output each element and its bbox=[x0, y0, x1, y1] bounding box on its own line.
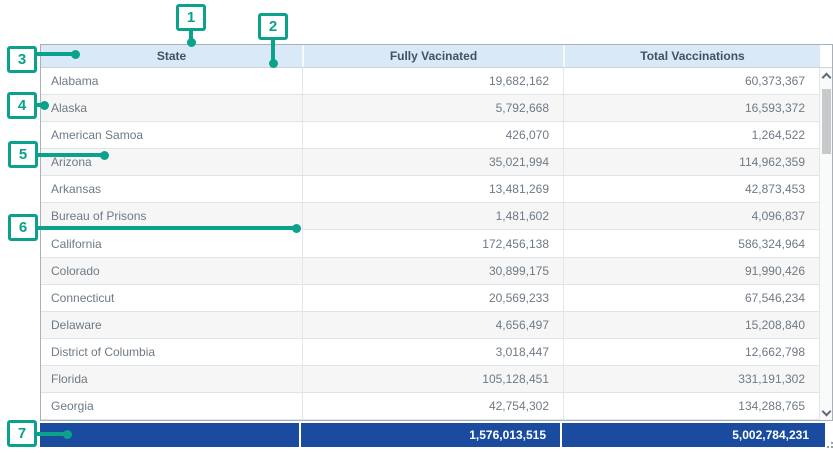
column-header-state[interactable]: State bbox=[41, 45, 302, 67]
column-header-fully-vaccinated[interactable]: Fully Vacinated bbox=[302, 45, 563, 67]
table-row[interactable]: Arizona 35,021,994 114,962,359 bbox=[41, 149, 832, 176]
cell-state: American Samoa bbox=[41, 122, 302, 148]
callout-5-connector bbox=[36, 153, 102, 157]
callout-7-label: 7 bbox=[18, 425, 26, 442]
cell-fully-vaccinated: 105,128,451 bbox=[302, 366, 563, 392]
cell-fully-vaccinated: 3,018,447 bbox=[302, 339, 563, 365]
cell-fully-vaccinated: 1,481,602 bbox=[302, 203, 563, 229]
totals-row: 1,576,013,515 5,002,784,231 bbox=[40, 423, 825, 447]
callout-3-dot bbox=[71, 50, 80, 59]
cell-total-vaccinations: 586,324,964 bbox=[563, 230, 819, 256]
table-row[interactable]: District of Columbia 3,018,447 12,662,79… bbox=[41, 339, 832, 366]
cell-fully-vaccinated: 426,070 bbox=[302, 122, 563, 148]
cell-state: Alaska bbox=[41, 95, 302, 121]
cell-total-vaccinations: 16,593,372 bbox=[563, 95, 819, 121]
vaccinations-table: State Fully Vacinated Total Vaccinations… bbox=[40, 44, 833, 421]
cell-fully-vaccinated: 172,456,138 bbox=[302, 230, 563, 256]
cell-total-vaccinations: 67,546,234 bbox=[563, 285, 819, 311]
cell-total-vaccinations: 15,208,840 bbox=[563, 312, 819, 338]
table-body: Alabama 19,682,162 60,373,367 Alaska 5,7… bbox=[41, 68, 832, 420]
callout-3-connector bbox=[35, 52, 73, 56]
callout-2-label: 2 bbox=[269, 18, 277, 35]
vertical-scrollbar[interactable] bbox=[819, 68, 832, 420]
table-row[interactable]: California 172,456,138 586,324,964 bbox=[41, 230, 832, 257]
totals-cell-total-vaccinations: 5,002,784,231 bbox=[562, 423, 825, 447]
callout-6-connector bbox=[36, 226, 294, 230]
cell-fully-vaccinated: 4,656,497 bbox=[302, 312, 563, 338]
cell-state: Georgia bbox=[41, 393, 302, 419]
callout-2-dot bbox=[269, 59, 278, 68]
callout-6: 6 bbox=[8, 214, 38, 241]
cell-fully-vaccinated: 20,569,233 bbox=[302, 285, 563, 311]
callout-4-label: 4 bbox=[18, 97, 26, 114]
table-row[interactable]: American Samoa 426,070 1,264,522 bbox=[41, 122, 832, 149]
cell-fully-vaccinated: 30,899,175 bbox=[302, 258, 563, 284]
callout-5-label: 5 bbox=[19, 146, 27, 163]
totals-cell-fully-vaccinated: 1,576,013,515 bbox=[301, 423, 562, 447]
dashboard-table-widget: State Fully Vacinated Total Vaccinations… bbox=[0, 0, 833, 453]
callout-7-connector bbox=[35, 432, 65, 436]
cell-total-vaccinations: 12,662,798 bbox=[563, 339, 819, 365]
cell-fully-vaccinated: 19,682,162 bbox=[302, 68, 563, 94]
cell-state: Delaware bbox=[41, 312, 302, 338]
cell-fully-vaccinated: 42,754,302 bbox=[302, 393, 563, 419]
cell-total-vaccinations: 4,096,837 bbox=[563, 203, 819, 229]
header-scrollbar-spacer bbox=[820, 45, 832, 67]
cell-state: Florida bbox=[41, 366, 302, 392]
cell-total-vaccinations: 1,264,522 bbox=[563, 122, 819, 148]
table-row[interactable]: Arkansas 13,481,269 42,873,453 bbox=[41, 176, 832, 203]
cell-state: Alabama bbox=[41, 68, 302, 94]
cell-fully-vaccinated: 5,792,668 bbox=[302, 95, 563, 121]
callout-5: 5 bbox=[8, 141, 38, 168]
callout-7: 7 bbox=[7, 420, 37, 447]
cell-total-vaccinations: 114,962,359 bbox=[563, 149, 819, 175]
cell-total-vaccinations: 134,288,765 bbox=[563, 393, 819, 419]
resize-grip-icon[interactable] bbox=[826, 441, 833, 449]
callout-5-dot bbox=[100, 151, 109, 160]
table-row[interactable]: Colorado 30,899,175 91,990,426 bbox=[41, 258, 832, 285]
table-row[interactable]: Alabama 19,682,162 60,373,367 bbox=[41, 68, 832, 95]
scroll-up-icon[interactable] bbox=[820, 68, 832, 83]
cell-state: Arkansas bbox=[41, 176, 302, 202]
table-row[interactable]: Florida 105,128,451 331,191,302 bbox=[41, 366, 832, 393]
table-row[interactable]: Alaska 5,792,668 16,593,372 bbox=[41, 95, 832, 122]
cell-fully-vaccinated: 13,481,269 bbox=[302, 176, 563, 202]
scrollbar-thumb[interactable] bbox=[822, 89, 831, 154]
cell-total-vaccinations: 42,873,453 bbox=[563, 176, 819, 202]
table-row[interactable]: Connecticut 20,569,233 67,546,234 bbox=[41, 285, 832, 312]
callout-3-label: 3 bbox=[18, 51, 26, 68]
callout-4-dot bbox=[40, 101, 49, 110]
callout-2: 2 bbox=[258, 13, 288, 40]
callout-3: 3 bbox=[7, 46, 37, 73]
callout-2-connector bbox=[271, 39, 275, 61]
scroll-down-icon[interactable] bbox=[820, 405, 832, 420]
callout-6-label: 6 bbox=[19, 219, 27, 236]
cell-total-vaccinations: 91,990,426 bbox=[563, 258, 819, 284]
column-header-total-vaccinations[interactable]: Total Vaccinations bbox=[563, 45, 820, 67]
cell-total-vaccinations: 331,191,302 bbox=[563, 366, 819, 392]
callout-1-label: 1 bbox=[187, 9, 195, 26]
table-header-row: State Fully Vacinated Total Vaccinations bbox=[41, 45, 832, 68]
table-row[interactable]: Delaware 4,656,497 15,208,840 bbox=[41, 312, 832, 339]
cell-state: California bbox=[41, 230, 302, 256]
totals-cell-state bbox=[40, 423, 301, 447]
callout-7-dot bbox=[63, 430, 72, 439]
cell-state: Connecticut bbox=[41, 285, 302, 311]
callout-4: 4 bbox=[7, 92, 37, 119]
cell-state: District of Columbia bbox=[41, 339, 302, 365]
callout-6-dot bbox=[292, 224, 301, 233]
callout-1: 1 bbox=[176, 4, 206, 31]
cell-fully-vaccinated: 35,021,994 bbox=[302, 149, 563, 175]
callout-1-dot bbox=[187, 38, 196, 47]
table-row[interactable]: Georgia 42,754,302 134,288,765 bbox=[41, 393, 832, 420]
cell-state: Colorado bbox=[41, 258, 302, 284]
cell-total-vaccinations: 60,373,367 bbox=[563, 68, 819, 94]
